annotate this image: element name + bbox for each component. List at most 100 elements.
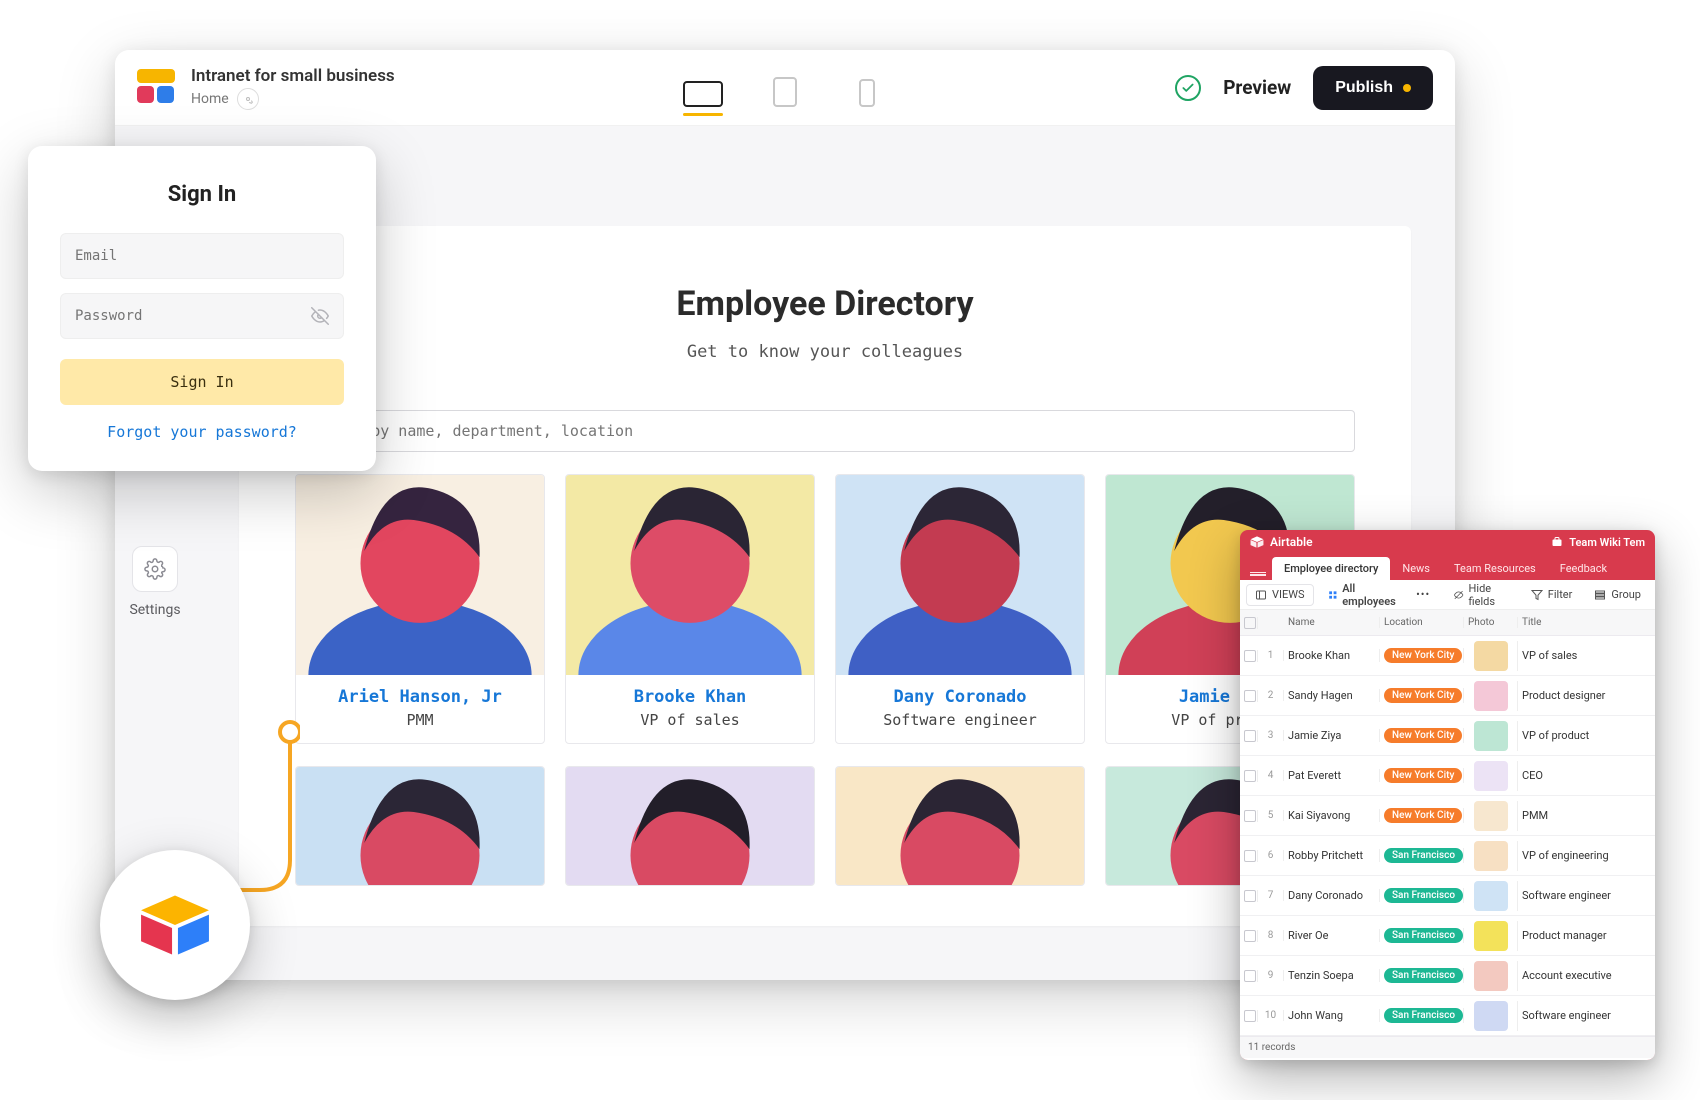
airtable-tab[interactable]: News xyxy=(1390,557,1442,580)
col-title[interactable]: Title xyxy=(1518,617,1655,628)
table-row[interactable]: 4 Pat Everett New York City CEO xyxy=(1240,756,1655,796)
row-checkbox[interactable] xyxy=(1244,690,1256,702)
employee-name[interactable]: Dany Coronado xyxy=(836,675,1084,711)
col-location[interactable]: Location xyxy=(1380,617,1464,628)
cell-name[interactable]: Dany Coronado xyxy=(1284,889,1380,902)
cell-title[interactable]: Software engineer xyxy=(1518,1009,1655,1022)
views-button[interactable]: VIEWS xyxy=(1246,584,1314,606)
cell-name[interactable]: Robby Pritchett xyxy=(1284,849,1380,862)
cell-location[interactable]: San Francisco xyxy=(1380,848,1464,863)
view-name-button[interactable]: All employees xyxy=(1320,584,1407,606)
row-checkbox[interactable] xyxy=(1244,650,1256,662)
cell-photo[interactable] xyxy=(1464,761,1518,791)
forgot-password-link[interactable]: Forgot your password? xyxy=(60,423,344,441)
cell-photo[interactable] xyxy=(1464,961,1518,991)
cell-location[interactable]: New York City xyxy=(1380,728,1464,743)
cell-location[interactable]: San Francisco xyxy=(1380,1008,1464,1023)
password-field[interactable] xyxy=(75,308,311,324)
cell-photo[interactable] xyxy=(1464,801,1518,831)
col-photo[interactable]: Photo xyxy=(1464,617,1518,628)
cell-title[interactable]: VP of product xyxy=(1518,729,1655,742)
gear-icon[interactable] xyxy=(237,88,259,110)
cell-title[interactable]: Account executive xyxy=(1518,969,1655,982)
device-desktop[interactable] xyxy=(679,75,727,116)
table-row[interactable]: 7 Dany Coronado San Francisco Software e… xyxy=(1240,876,1655,916)
email-field[interactable] xyxy=(75,248,329,264)
cell-location[interactable]: New York City xyxy=(1380,808,1464,823)
cell-photo[interactable] xyxy=(1464,641,1518,671)
cell-title[interactable]: VP of engineering xyxy=(1518,849,1655,862)
hide-fields-button[interactable]: Hide fields xyxy=(1446,584,1517,606)
cell-title[interactable]: CEO xyxy=(1518,769,1655,782)
cell-name[interactable]: Kai Siyavong xyxy=(1284,809,1380,822)
cell-photo[interactable] xyxy=(1464,721,1518,751)
airtable-workspace[interactable]: Team Wiki Tem xyxy=(1551,536,1645,549)
cell-name[interactable]: Brooke Khan xyxy=(1284,649,1380,662)
cell-photo[interactable] xyxy=(1464,881,1518,911)
signin-button[interactable]: Sign In xyxy=(60,359,344,405)
employee-card[interactable] xyxy=(295,766,545,886)
cell-name[interactable]: Sandy Hagen xyxy=(1284,689,1380,702)
row-checkbox[interactable] xyxy=(1244,930,1256,942)
publish-button[interactable]: Publish xyxy=(1313,66,1433,110)
cell-name[interactable]: Pat Everett xyxy=(1284,769,1380,782)
table-row[interactable]: 2 Sandy Hagen New York City Product desi… xyxy=(1240,676,1655,716)
employee-card[interactable]: Dany Coronado Software engineer xyxy=(835,474,1085,744)
employee-name[interactable]: Brooke Khan xyxy=(566,675,814,711)
cell-photo[interactable] xyxy=(1464,681,1518,711)
row-checkbox[interactable] xyxy=(1244,1010,1256,1022)
table-row[interactable]: 10 John Wang San Francisco Software engi… xyxy=(1240,996,1655,1036)
row-checkbox[interactable] xyxy=(1244,890,1256,902)
table-row[interactable]: 5 Kai Siyavong New York City PMM xyxy=(1240,796,1655,836)
cell-photo[interactable] xyxy=(1464,1001,1518,1031)
cell-name[interactable]: River Oe xyxy=(1284,929,1380,942)
cell-location[interactable]: San Francisco xyxy=(1380,968,1464,983)
device-tablet[interactable] xyxy=(761,71,809,116)
row-checkbox[interactable] xyxy=(1244,810,1256,822)
more-button[interactable]: ••• xyxy=(1412,584,1434,606)
table-row[interactable]: 1 Brooke Khan New York City VP of sales xyxy=(1240,636,1655,676)
row-checkbox[interactable] xyxy=(1244,850,1256,862)
col-name[interactable]: Name xyxy=(1284,617,1380,628)
cell-location[interactable]: New York City xyxy=(1380,688,1464,703)
cell-location[interactable]: New York City xyxy=(1380,648,1464,663)
group-button[interactable]: Group xyxy=(1586,584,1649,606)
cell-location[interactable]: San Francisco xyxy=(1380,928,1464,943)
settings-button[interactable] xyxy=(132,546,178,592)
cell-location[interactable]: San Francisco xyxy=(1380,888,1464,903)
cell-photo[interactable] xyxy=(1464,841,1518,871)
breadcrumb-home[interactable]: Home xyxy=(191,91,229,107)
table-row[interactable]: 3 Jamie Ziya New York City VP of product xyxy=(1240,716,1655,756)
preview-button[interactable]: Preview xyxy=(1223,76,1291,99)
cell-name[interactable]: Jamie Ziya xyxy=(1284,729,1380,742)
table-row[interactable]: 9 Tenzin Soepa San Francisco Account exe… xyxy=(1240,956,1655,996)
cell-name[interactable]: Tenzin Soepa xyxy=(1284,969,1380,982)
airtable-brand[interactable]: Airtable xyxy=(1250,535,1313,549)
cell-title[interactable]: VP of sales xyxy=(1518,649,1655,662)
cell-title[interactable]: Product designer xyxy=(1518,689,1655,702)
device-phone[interactable] xyxy=(843,73,891,116)
airtable-tab[interactable]: Feedback xyxy=(1548,557,1619,580)
cell-photo[interactable] xyxy=(1464,921,1518,951)
select-all-checkbox[interactable] xyxy=(1244,617,1256,629)
employee-card[interactable] xyxy=(565,766,815,886)
employee-card[interactable]: Brooke Khan VP of sales xyxy=(565,474,815,744)
airtable-tab[interactable]: Team Resources xyxy=(1442,557,1548,580)
employee-card[interactable] xyxy=(835,766,1085,886)
search-input[interactable] xyxy=(295,410,1355,452)
airtable-tab[interactable]: Employee directory xyxy=(1272,557,1390,580)
cell-location[interactable]: New York City xyxy=(1380,768,1464,783)
employee-name[interactable]: Ariel Hanson, Jr xyxy=(296,675,544,711)
table-row[interactable]: 8 River Oe San Francisco Product manager xyxy=(1240,916,1655,956)
cell-title[interactable]: Software engineer xyxy=(1518,889,1655,902)
table-row[interactable]: 6 Robby Pritchett San Francisco VP of en… xyxy=(1240,836,1655,876)
menu-icon[interactable] xyxy=(1250,572,1266,576)
cell-name[interactable]: John Wang xyxy=(1284,1009,1380,1022)
cell-title[interactable]: PMM xyxy=(1518,809,1655,822)
cell-title[interactable]: Product manager xyxy=(1518,929,1655,942)
eye-off-icon[interactable] xyxy=(311,307,329,325)
filter-button[interactable]: Filter xyxy=(1523,584,1581,606)
row-checkbox[interactable] xyxy=(1244,970,1256,982)
row-checkbox[interactable] xyxy=(1244,770,1256,782)
row-checkbox[interactable] xyxy=(1244,730,1256,742)
